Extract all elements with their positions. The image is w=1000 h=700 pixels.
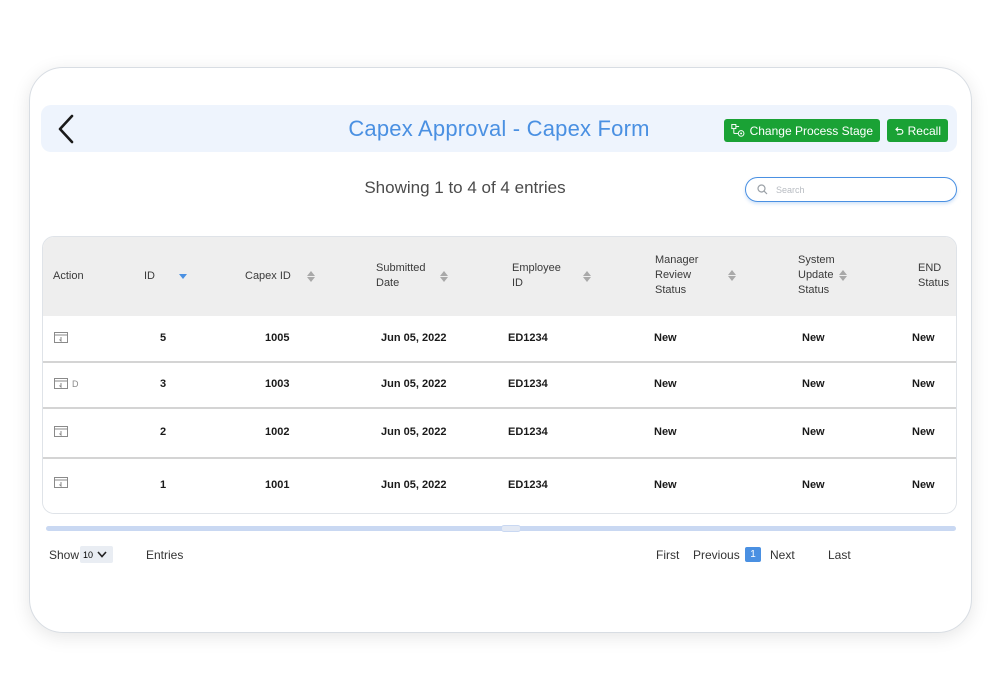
cell-submitted-date: Jun 05, 2022	[381, 479, 447, 491]
cell-submitted-date: Jun 05, 2022	[381, 378, 447, 390]
previous-page-link[interactable]: Previous	[693, 548, 740, 562]
column-header-action: Action	[53, 270, 84, 282]
entries-label: Entries	[146, 548, 184, 562]
show-label: Show	[49, 548, 80, 562]
cell-end-status: New	[912, 479, 935, 491]
table-row[interactable]: D 3 1003 Jun 05, 2022 ED1234 New New New	[43, 363, 956, 409]
cell-manager-review-status: New	[654, 378, 677, 390]
sort-icon	[582, 270, 591, 282]
chevron-left-icon	[58, 114, 74, 144]
recall-label: Recall	[907, 123, 941, 138]
column-header-employee-id[interactable]: Employee ID	[512, 261, 591, 291]
cell-submitted-date: Jun 05, 2022	[381, 426, 447, 438]
open-form-icon	[54, 477, 68, 488]
cell-employee-id: ED1234	[508, 479, 548, 491]
column-header-system-update-status[interactable]: System Update Status	[798, 253, 847, 298]
table-row[interactable]: 5 1005 Jun 05, 2022 ED1234 New New New	[43, 316, 956, 363]
cell-id: 5	[160, 332, 167, 344]
chevron-down-icon	[97, 551, 107, 558]
table-header: Action ID Capex ID Submitted Date Employe…	[43, 237, 956, 316]
column-header-manager-review-status[interactable]: Manager Review Status	[655, 253, 737, 298]
cell-capex-id: 1001	[265, 479, 290, 491]
cell-end-status: New	[912, 378, 935, 390]
cell-system-update-status: New	[802, 426, 825, 438]
first-page-link[interactable]: First	[656, 548, 679, 562]
scrollbar-thumb[interactable]	[501, 525, 521, 532]
cell-capex-id: 1003	[265, 378, 290, 390]
cell-system-update-status: New	[802, 479, 825, 491]
cell-system-update-status: New	[802, 378, 825, 390]
table-row[interactable]: 2 1002 Jun 05, 2022 ED1234 New New New	[43, 409, 956, 459]
cell-end-status: New	[912, 426, 935, 438]
header-bar: Capex Approval - Capex Form Change Proce…	[41, 105, 957, 152]
recall-button[interactable]: Recall	[887, 119, 948, 142]
page-size-value: 10	[83, 549, 94, 560]
sort-icon	[439, 270, 448, 282]
sort-desc-icon	[179, 274, 187, 279]
horizontal-scrollbar[interactable]	[46, 525, 956, 532]
process-stage-icon	[731, 123, 745, 137]
cell-system-update-status: New	[802, 332, 825, 344]
current-page-button[interactable]: 1	[745, 547, 761, 562]
cell-capex-id: 1005	[265, 332, 290, 344]
cell-manager-review-status: New	[654, 426, 677, 438]
next-page-link[interactable]: Next	[770, 548, 795, 562]
sort-icon	[838, 270, 847, 281]
open-form-icon	[54, 332, 68, 343]
cell-id: 2	[160, 426, 167, 438]
row-action-button[interactable]	[54, 426, 72, 438]
back-button[interactable]	[51, 111, 81, 147]
change-process-stage-label: Change Process Stage	[749, 123, 873, 138]
cell-id: 1	[160, 479, 167, 491]
open-form-icon	[54, 426, 68, 437]
column-header-end-status[interactable]: END Status	[918, 261, 949, 291]
search-input[interactable]	[776, 184, 946, 195]
table-row[interactable]: 1 1001 Jun 05, 2022 ED1234 New New New	[43, 459, 956, 513]
cell-employee-id: ED1234	[508, 332, 548, 344]
cell-manager-review-status: New	[654, 479, 677, 491]
cell-id: 3	[160, 378, 167, 390]
cell-submitted-date: Jun 05, 2022	[381, 332, 447, 344]
cell-employee-id: ED1234	[508, 378, 548, 390]
open-form-icon	[54, 378, 68, 389]
last-page-link[interactable]: Last	[828, 548, 851, 562]
cell-manager-review-status: New	[654, 332, 677, 344]
row-action-button[interactable]	[54, 332, 72, 344]
row-action-button[interactable]: D	[54, 378, 79, 390]
column-header-capex-id[interactable]: Capex ID	[245, 269, 315, 284]
cell-employee-id: ED1234	[508, 426, 548, 438]
change-process-stage-button[interactable]: Change Process Stage	[724, 119, 880, 142]
cell-capex-id: 1002	[265, 426, 290, 438]
search-icon	[757, 184, 768, 195]
page-size-select[interactable]: 10	[80, 546, 113, 563]
column-header-id[interactable]: ID	[144, 269, 187, 284]
cell-end-status: New	[912, 332, 935, 344]
sort-icon	[728, 270, 737, 281]
entries-table: Action ID Capex ID Submitted Date Employe…	[42, 236, 957, 514]
row-action-button[interactable]	[54, 477, 72, 489]
sort-icon	[306, 271, 315, 282]
column-header-submitted-date[interactable]: Submitted Date	[376, 261, 448, 291]
undo-icon	[895, 126, 904, 135]
search-box[interactable]	[745, 177, 957, 202]
entries-summary: Showing 1 to 4 of 4 entries	[364, 178, 566, 197]
